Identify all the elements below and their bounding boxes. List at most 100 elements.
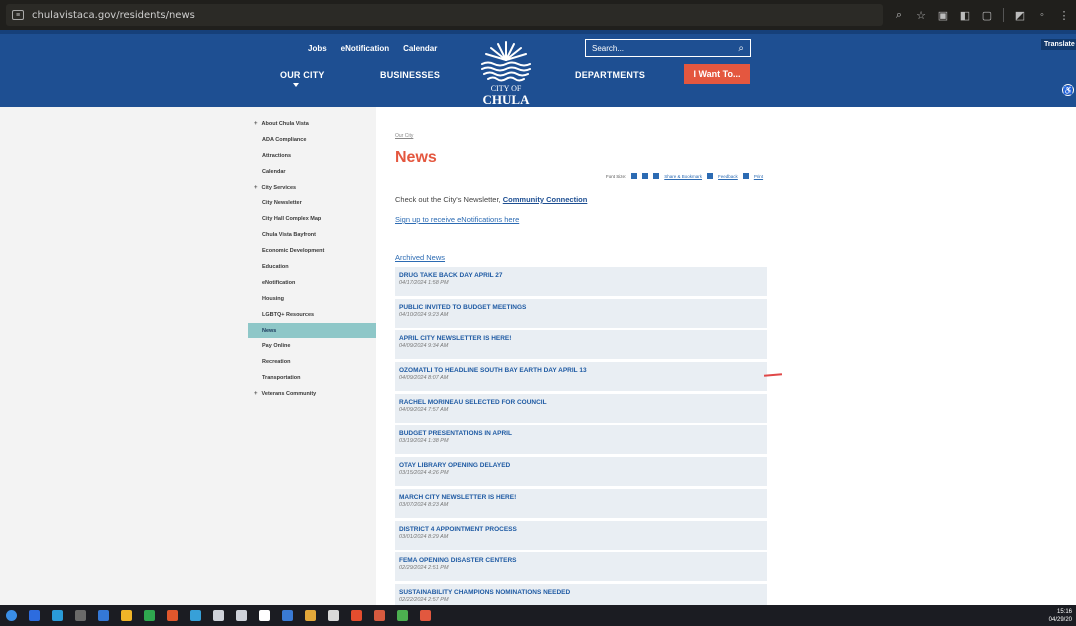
news-title-link[interactable]: FEMA OPENING DISASTER CENTERS bbox=[399, 557, 763, 564]
share-bookmark-link[interactable]: Share & Bookmark bbox=[664, 174, 702, 179]
search-box[interactable]: ⌕ bbox=[585, 39, 751, 57]
chrome4-icon[interactable] bbox=[374, 610, 385, 621]
extension4-icon[interactable]: ◦ bbox=[1036, 9, 1048, 21]
news-title-link[interactable]: OZOMATLI TO HEADLINE SOUTH BAY EARTH DAY… bbox=[399, 367, 763, 374]
app3-icon[interactable] bbox=[213, 610, 224, 621]
settings-icon[interactable] bbox=[328, 610, 339, 621]
newsletter-intro: Check out the City's Newsletter, Communi… bbox=[395, 195, 587, 204]
menu-icon[interactable]: ⋮ bbox=[1058, 9, 1070, 22]
sidebar-item[interactable]: ADA Compliance bbox=[248, 132, 376, 148]
sidebar-item[interactable]: Veterans Community bbox=[248, 386, 376, 402]
news-date: 04/10/2024 9:23 AM bbox=[399, 311, 449, 318]
news-date: 04/09/2024 9:34 AM bbox=[399, 343, 449, 350]
news-item[interactable]: OZOMATLI TO HEADLINE SOUTH BAY EARTH DAY… bbox=[395, 362, 767, 392]
site-header: Jobs eNotification Calendar OUR CITY BUS… bbox=[0, 30, 1076, 123]
enotification-link[interactable]: eNotification bbox=[341, 44, 389, 53]
archived-news-link[interactable]: Archived News bbox=[395, 253, 445, 262]
news-item[interactable]: DISTRICT 4 APPOINTMENT PROCESS 03/01/2024… bbox=[395, 520, 767, 550]
sidebar-item[interactable]: Housing bbox=[248, 291, 376, 307]
news-item[interactable]: MARCH CITY NEWSLETTER IS HERE! 03/07/2024… bbox=[395, 488, 767, 518]
address-bar[interactable]: ≡ chulavistaca.gov/residents/news bbox=[6, 4, 883, 26]
nav-businesses[interactable]: BUSINESSES bbox=[380, 70, 440, 80]
news-title-link[interactable]: RACHEL MORINEAU SELECTED FOR COUNCIL bbox=[399, 399, 763, 406]
news-item[interactable]: DRUG TAKE BACK DAY APRIL 27 04/17/2024 1:… bbox=[395, 267, 767, 296]
chrome5-icon[interactable] bbox=[420, 610, 431, 621]
extension2-icon[interactable]: ◧ bbox=[959, 9, 971, 22]
sidebar-item[interactable]: City Services bbox=[248, 180, 376, 196]
chrome2-icon[interactable] bbox=[305, 610, 316, 621]
community-connection-link[interactable]: Community Connection bbox=[503, 195, 588, 204]
news-title-link[interactable]: OTAY LIBRARY OPENING DELAYED bbox=[399, 462, 763, 469]
nav-our-city[interactable]: OUR CITY bbox=[280, 70, 325, 80]
news-title-link[interactable]: APRIL CITY NEWSLETTER IS HERE! bbox=[399, 335, 763, 342]
search-icon[interactable]: ⌕ bbox=[738, 43, 744, 54]
jobs-link[interactable]: Jobs bbox=[308, 44, 327, 53]
news-item[interactable]: PUBLIC INVITED TO BUDGET MEETINGS 04/10/2… bbox=[395, 298, 767, 328]
chrome-icon[interactable] bbox=[75, 610, 86, 621]
chrome3-icon[interactable] bbox=[351, 610, 362, 621]
sidebar-item[interactable]: LGBTQ+ Resources bbox=[248, 307, 376, 323]
sidebar-item[interactable]: eNotification bbox=[248, 275, 376, 291]
sidebar-item[interactable]: City Hall Complex Map bbox=[248, 211, 376, 227]
news-title-link[interactable]: PUBLIC INVITED TO BUDGET MEETINGS bbox=[399, 304, 763, 311]
edge-icon[interactable] bbox=[52, 610, 63, 621]
breadcrumb[interactable]: Our City bbox=[395, 133, 413, 139]
news-item[interactable]: FEMA OPENING DISASTER CENTERS 02/29/2024 … bbox=[395, 552, 767, 582]
app2-icon[interactable] bbox=[190, 610, 201, 621]
sidebar-item[interactable]: Transportation bbox=[248, 370, 376, 386]
site-settings-icon[interactable]: ≡ bbox=[12, 10, 24, 20]
news-title-link[interactable]: BUDGET PRESENTATIONS IN APRIL bbox=[399, 430, 763, 437]
sidebar-item[interactable]: Education bbox=[248, 259, 376, 275]
news-item[interactable]: OTAY LIBRARY OPENING DELAYED 03/15/2024 4… bbox=[395, 457, 767, 487]
enotification-signup-link[interactable]: Sign up to receive eNotifications here bbox=[395, 215, 519, 224]
sidebar-item[interactable]: Chula Vista Bayfront bbox=[248, 227, 376, 243]
news-item[interactable]: APRIL CITY NEWSLETTER IS HERE! 04/09/2024… bbox=[395, 330, 767, 360]
print-link[interactable]: Print bbox=[754, 174, 763, 179]
accessibility-icon[interactable]: ♿ bbox=[1062, 84, 1074, 96]
doc-icon[interactable] bbox=[259, 610, 270, 621]
search-input[interactable] bbox=[592, 43, 732, 53]
news-title-link[interactable]: DRUG TAKE BACK DAY APRIL 27 bbox=[399, 272, 763, 279]
translate-button[interactable]: Translate bbox=[1041, 39, 1076, 50]
i-want-to-button[interactable]: I Want To... bbox=[684, 64, 750, 84]
news-item[interactable]: RACHEL MORINEAU SELECTED FOR COUNCIL 04/0… bbox=[395, 393, 767, 423]
news-title-link[interactable]: DISTRICT 4 APPOINTMENT PROCESS bbox=[399, 526, 763, 533]
news-title-link[interactable]: SUSTAINABILITY CHAMPIONS NOMINATIONS NEE… bbox=[399, 589, 763, 596]
media-icon[interactable] bbox=[144, 610, 155, 621]
sidebar-item[interactable]: News bbox=[248, 322, 376, 339]
zoom-icon[interactable]: ⌕ bbox=[893, 9, 905, 22]
feedback-link[interactable]: Feedback bbox=[718, 174, 738, 179]
browser-icon[interactable] bbox=[167, 610, 178, 621]
sidebar-item[interactable]: Pay Online bbox=[248, 338, 376, 354]
extension3-icon[interactable]: ◩ bbox=[1014, 9, 1026, 22]
sidebar-item[interactable]: Economic Development bbox=[248, 243, 376, 259]
start-icon[interactable] bbox=[6, 610, 17, 621]
app4-icon[interactable] bbox=[236, 610, 247, 621]
utility-links: Jobs eNotification Calendar bbox=[308, 44, 437, 53]
sidebar-item[interactable]: About Chula Vista bbox=[248, 116, 376, 132]
system-clock[interactable]: 15:16 04/29/20 bbox=[1049, 608, 1072, 624]
files-icon[interactable] bbox=[121, 610, 132, 621]
city-logo[interactable]: CITY OF CHULA VISTA bbox=[466, 38, 546, 123]
extension-icon[interactable]: ▣ bbox=[937, 9, 949, 22]
news-title-link[interactable]: MARCH CITY NEWSLETTER IS HERE! bbox=[399, 494, 763, 501]
app-icon[interactable] bbox=[98, 610, 109, 621]
url-text[interactable]: chulavistaca.gov/residents/news bbox=[32, 10, 195, 21]
bookmark-star-icon[interactable]: ☆ bbox=[915, 9, 927, 22]
cortana-icon[interactable] bbox=[29, 610, 40, 621]
nav-departments[interactable]: DEPARTMENTS bbox=[575, 70, 645, 80]
news-date: 03/01/2024 8:29 AM bbox=[399, 533, 449, 540]
sidebar-item[interactable]: City Newsletter bbox=[248, 195, 376, 211]
font-decrease-icon[interactable] bbox=[642, 173, 649, 179]
font-increase-icon[interactable] bbox=[631, 173, 638, 179]
app5-icon[interactable] bbox=[397, 610, 408, 621]
sidepanel-icon[interactable]: ▢ bbox=[981, 9, 993, 22]
sidebar-item[interactable]: Attractions bbox=[248, 148, 376, 164]
window-icon[interactable] bbox=[282, 610, 293, 621]
calendar-link[interactable]: Calendar bbox=[403, 44, 437, 53]
sidebar-item[interactable]: Calendar bbox=[248, 164, 376, 180]
sidebar-item[interactable]: Recreation bbox=[248, 354, 376, 370]
clock-date: 04/29/20 bbox=[1048, 617, 1072, 623]
news-date: 04/09/2024 8:07 AM bbox=[399, 375, 449, 382]
news-item[interactable]: BUDGET PRESENTATIONS IN APRIL 03/19/2024 … bbox=[395, 425, 767, 455]
